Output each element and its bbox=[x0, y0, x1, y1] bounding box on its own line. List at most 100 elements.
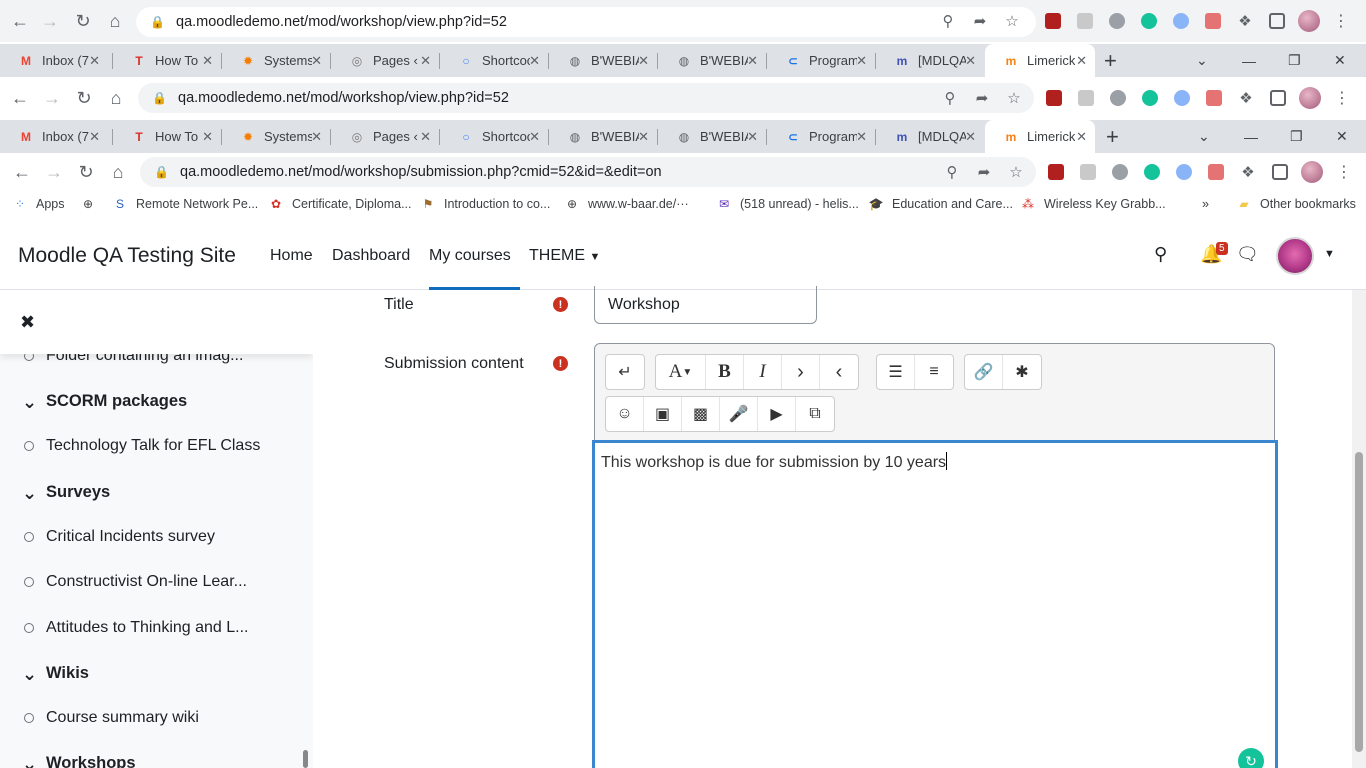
italic-icon[interactable]: I bbox=[744, 355, 782, 389]
unlink-icon[interactable]: ✱ bbox=[1003, 355, 1041, 389]
browser-tab[interactable]: m Limerick ✕ bbox=[985, 120, 1095, 153]
browser-tab[interactable]: ✹ Systems ✕ bbox=[222, 44, 330, 77]
extension-circle-icon[interactable] bbox=[1166, 82, 1198, 114]
bold-icon[interactable]: B bbox=[706, 355, 744, 389]
reload-icon[interactable]: ↻ bbox=[70, 156, 102, 188]
drawer-scrollbar[interactable] bbox=[303, 750, 308, 768]
bookmark-item[interactable]: ⁘ Apps bbox=[12, 196, 65, 212]
browser-tab[interactable]: ⊂ Program ✕ bbox=[767, 44, 875, 77]
close-tab-icon[interactable]: ✕ bbox=[1076, 53, 1087, 69]
font-style-icon[interactable]: A ▼ bbox=[656, 355, 706, 389]
close-tab-icon[interactable]: ✕ bbox=[747, 129, 758, 145]
side-panel-icon[interactable] bbox=[1261, 5, 1293, 37]
extension-screenshot-icon[interactable] bbox=[1198, 82, 1230, 114]
extension-skype-icon[interactable] bbox=[1102, 82, 1134, 114]
browser-tab[interactable]: ○ Shortcoc ✕ bbox=[440, 120, 548, 153]
bookmark-item[interactable]: » bbox=[1202, 197, 1209, 211]
manage-files-icon[interactable]: ⧉ bbox=[796, 397, 834, 431]
user-menu-chevron-icon[interactable]: ▼ bbox=[1324, 248, 1335, 260]
close-tab-icon[interactable]: ✕ bbox=[89, 53, 100, 69]
url-input[interactable]: 🔒 qa.moodledemo.net/mod/workshop/view.ph… bbox=[136, 7, 1036, 37]
close-window-icon[interactable]: ✕ bbox=[1336, 120, 1348, 153]
grammarly-ext-icon[interactable] bbox=[1133, 5, 1165, 37]
close-tab-icon[interactable]: ✕ bbox=[529, 129, 540, 145]
chevron-down-icon[interactable]: ⌄ bbox=[22, 484, 37, 502]
browser-tab[interactable]: m Limerick ✕ bbox=[985, 44, 1095, 77]
title-input[interactable]: Workshop bbox=[594, 286, 817, 324]
drawer-item[interactable]: Attitudes to Thinking and L... bbox=[24, 619, 249, 637]
tab-search-icon[interactable]: ⌄ bbox=[1198, 120, 1210, 153]
extension-circle-icon[interactable] bbox=[1168, 156, 1200, 188]
extension-screenshot-icon[interactable] bbox=[1200, 156, 1232, 188]
browser-tab[interactable]: ◍ B'WEBIA ✕ bbox=[549, 44, 657, 77]
bookmark-item[interactable]: ✉ (518 unread) - helis... bbox=[716, 196, 859, 212]
page-scrollbar[interactable] bbox=[1352, 290, 1366, 768]
browser-tab[interactable]: ◍ B'WEBIA ✕ bbox=[658, 120, 766, 153]
profile-avatar-icon[interactable] bbox=[1293, 5, 1325, 37]
back-icon[interactable]: ← bbox=[6, 156, 38, 188]
nav-my-courses[interactable]: My courses bbox=[429, 247, 520, 290]
drawer-section[interactable]: ⌄ Surveys bbox=[22, 483, 110, 502]
drawer-item[interactable]: Technology Talk for EFL Class bbox=[24, 437, 260, 455]
browser-tab[interactable]: ◎ Pages ‹ ✕ bbox=[331, 120, 439, 153]
image-icon[interactable]: ▣ bbox=[644, 397, 682, 431]
extension-v-icon[interactable] bbox=[1038, 82, 1070, 114]
close-tab-icon[interactable]: ✕ bbox=[311, 129, 322, 145]
indent-icon[interactable]: › bbox=[782, 355, 820, 389]
forward-icon[interactable]: → bbox=[38, 156, 70, 188]
share-icon[interactable]: ➦ bbox=[966, 82, 998, 114]
browser-tab[interactable]: T How To ✕ bbox=[113, 44, 221, 77]
grammarly-icon[interactable]: ↻ bbox=[1238, 748, 1264, 768]
reload-icon[interactable]: ↻ bbox=[68, 82, 100, 114]
tab-search-icon[interactable]: ⌄ bbox=[1196, 44, 1208, 77]
share-icon[interactable]: ➦ bbox=[968, 156, 1000, 188]
zoom-icon[interactable]: ⚲ bbox=[934, 82, 966, 114]
forward-icon[interactable]: → bbox=[34, 5, 66, 37]
extension-skype-icon[interactable] bbox=[1104, 156, 1136, 188]
unordered-list-icon[interactable]: ☰ bbox=[877, 355, 915, 389]
browser-tab[interactable]: m [MDLQA ✕ bbox=[876, 44, 984, 77]
close-tab-icon[interactable]: ✕ bbox=[202, 53, 213, 69]
star-icon[interactable]: ☆ bbox=[998, 82, 1030, 114]
menu-kebab-icon[interactable]: ⋮ bbox=[1328, 156, 1360, 188]
close-tab-icon[interactable]: ✕ bbox=[965, 53, 976, 69]
close-tab-icon[interactable]: ✕ bbox=[638, 129, 649, 145]
bookmark-item[interactable]: ▰ Other bookmarks bbox=[1236, 196, 1356, 212]
bookmark-item[interactable]: ⚑ Introduction to co... bbox=[420, 196, 551, 212]
home-icon[interactable]: ⌂ bbox=[100, 82, 132, 114]
close-tab-icon[interactable]: ✕ bbox=[420, 129, 431, 145]
chevron-down-icon[interactable]: ⌄ bbox=[22, 665, 37, 683]
reload-icon[interactable]: ↻ bbox=[67, 5, 99, 37]
home-icon[interactable]: ⌂ bbox=[102, 156, 134, 188]
extension-screenshot-icon[interactable] bbox=[1197, 5, 1229, 37]
star-icon[interactable]: ☆ bbox=[996, 5, 1028, 37]
minimize-icon[interactable]: — bbox=[1244, 120, 1258, 153]
record-video-icon[interactable]: ▶ bbox=[758, 397, 796, 431]
bookmark-item[interactable]: S Remote Network Pe... bbox=[112, 196, 258, 212]
drawer-section[interactable]: ⌄ Wikis bbox=[22, 664, 89, 683]
extension-cube-icon[interactable] bbox=[1072, 156, 1104, 188]
extension-cube-icon[interactable] bbox=[1069, 5, 1101, 37]
share-icon[interactable]: ➦ bbox=[964, 5, 996, 37]
close-tab-icon[interactable]: ✕ bbox=[420, 53, 431, 69]
restore-icon[interactable]: ❐ bbox=[1290, 120, 1303, 153]
extension-v-icon[interactable] bbox=[1040, 156, 1072, 188]
side-panel-icon[interactable] bbox=[1262, 82, 1294, 114]
media-icon[interactable]: ▩ bbox=[682, 397, 720, 431]
close-tab-icon[interactable]: ✕ bbox=[856, 53, 867, 69]
link-icon[interactable]: 🔗 bbox=[965, 355, 1003, 389]
outdent-icon[interactable]: ‹ bbox=[820, 355, 858, 389]
record-audio-icon[interactable]: 🎤 bbox=[720, 397, 758, 431]
close-tab-icon[interactable]: ✕ bbox=[638, 53, 649, 69]
nav-dashboard[interactable]: Dashboard bbox=[332, 247, 410, 265]
side-panel-icon[interactable] bbox=[1264, 156, 1296, 188]
back-icon[interactable]: ← bbox=[4, 82, 36, 114]
extensions-puzzle-icon[interactable]: ❖ bbox=[1230, 82, 1262, 114]
url-input[interactable]: 🔒 qa.moodledemo.net/mod/workshop/submiss… bbox=[140, 157, 1036, 187]
chevron-down-icon[interactable]: ⌄ bbox=[22, 393, 37, 411]
close-tab-icon[interactable]: ✕ bbox=[965, 129, 976, 145]
nav-home[interactable]: Home bbox=[270, 247, 313, 265]
zoom-icon[interactable]: ⚲ bbox=[936, 156, 968, 188]
ordered-list-icon[interactable]: ≡ bbox=[915, 355, 953, 389]
nav-theme[interactable]: THEME ▼ bbox=[529, 247, 600, 265]
